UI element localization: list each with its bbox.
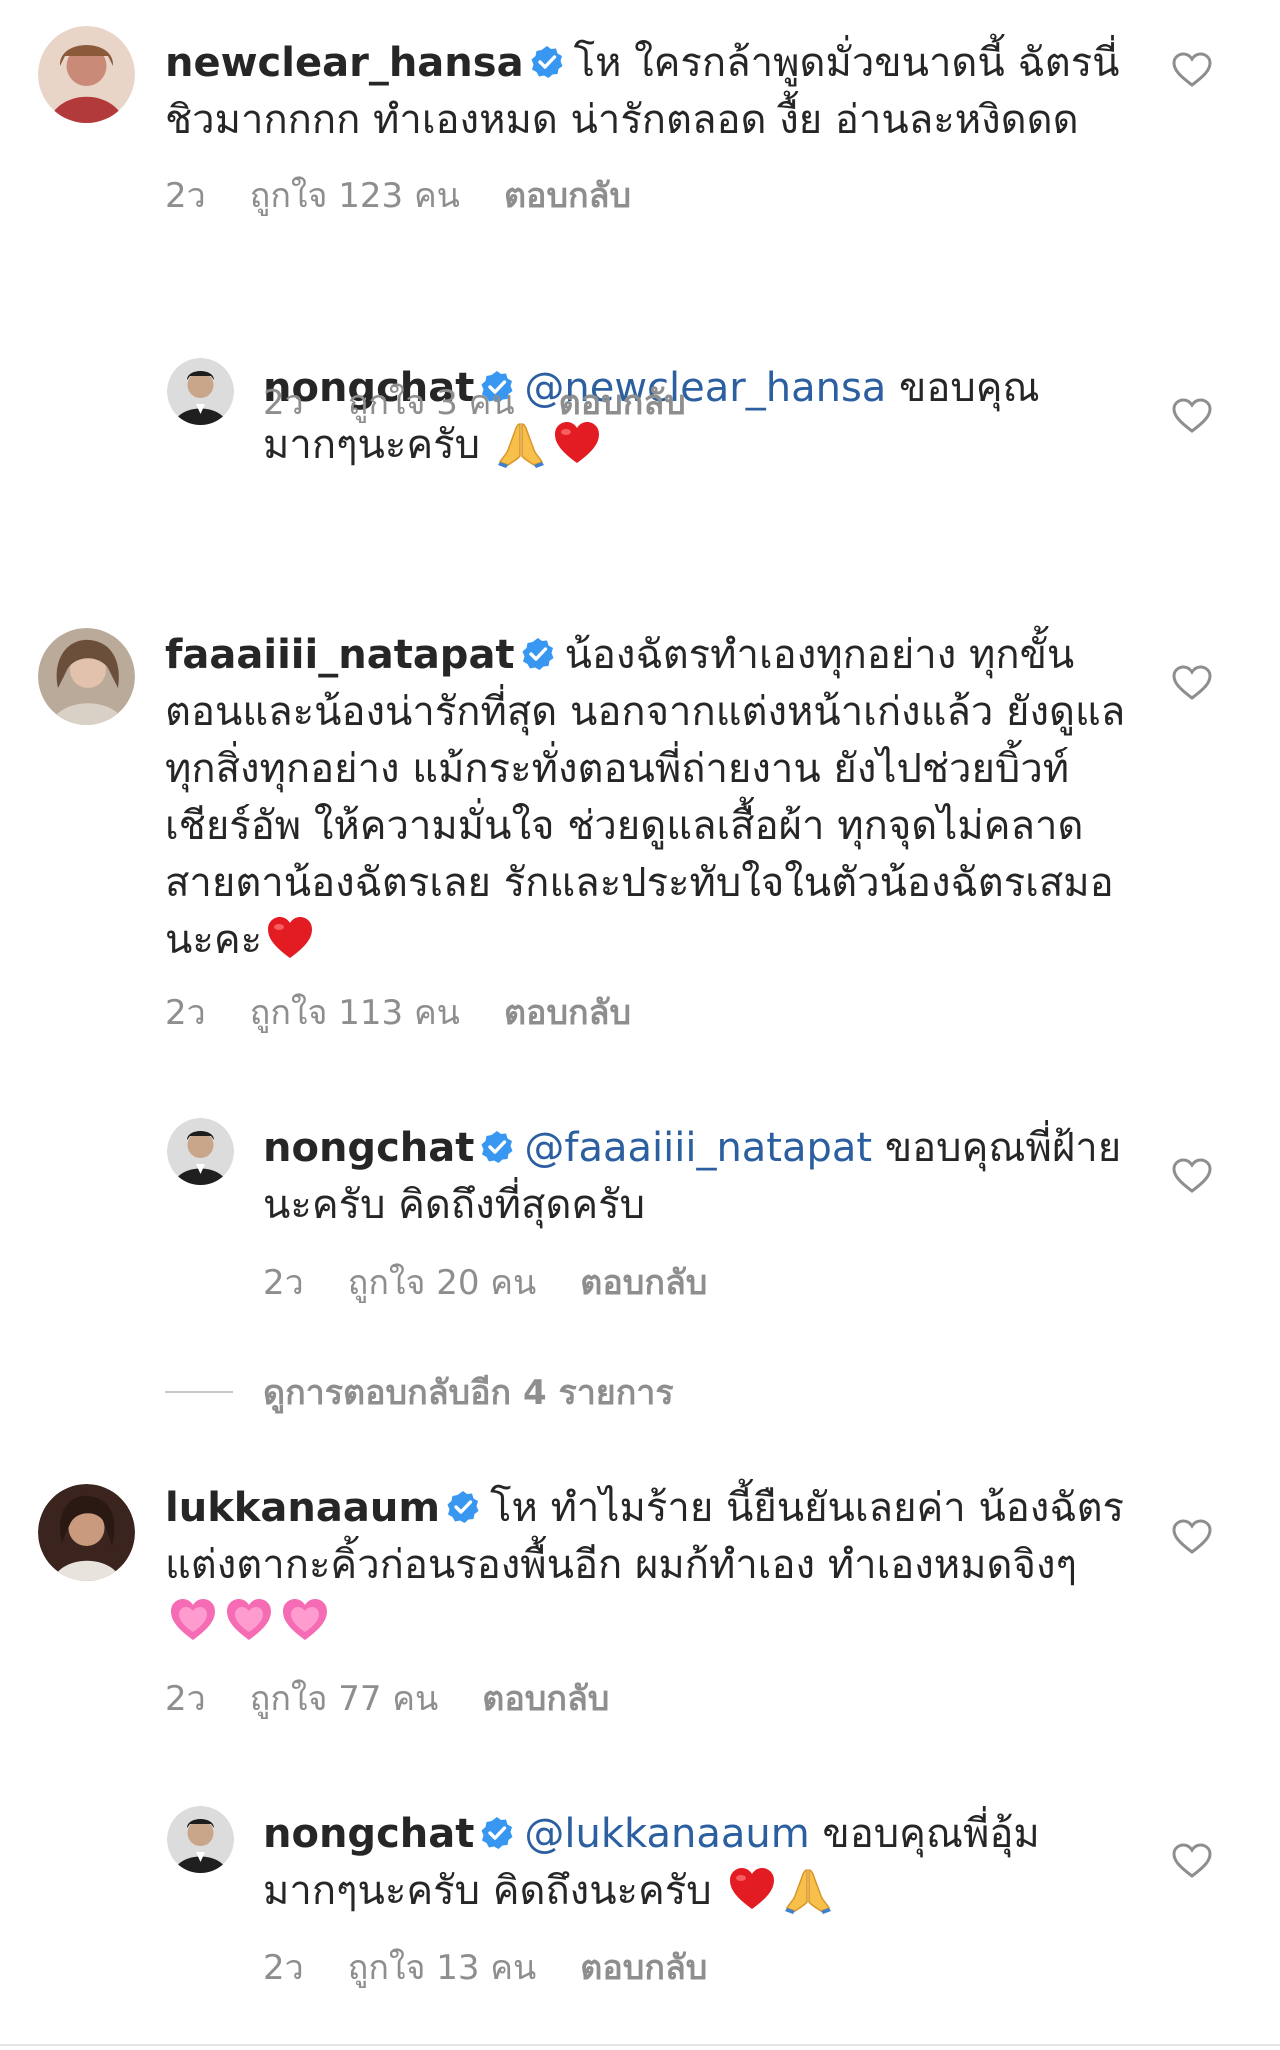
username[interactable]: nongchat xyxy=(263,1811,474,1857)
like-heart-icon[interactable] xyxy=(1172,398,1212,434)
verified-badge-icon xyxy=(480,1816,514,1850)
comment-text: nongchat @lukkanaaum ขอบคุณพี่อุ้มมากๆนะค… xyxy=(263,1806,1130,1920)
likes-count[interactable]: ถูกใจ 3 คน xyxy=(348,383,515,423)
like-heart-icon[interactable] xyxy=(1172,1158,1212,1194)
like-heart-icon[interactable] xyxy=(1172,1843,1212,1879)
comment-age: 2ว xyxy=(263,383,304,423)
mention-link[interactable]: @lukkanaaum xyxy=(524,1811,809,1857)
view-more-replies-label: ดูการตอบกลับอีก 4 รายการ xyxy=(263,1373,674,1413)
like-heart-icon[interactable] xyxy=(1172,665,1212,701)
like-heart-icon[interactable] xyxy=(1172,52,1212,88)
reply-button[interactable]: ตอบกลับ xyxy=(580,1263,707,1303)
comment-text: faaaiiii_natapat น้องฉัตรทำเองทุกอย่าง ทุ… xyxy=(165,627,1130,969)
username[interactable]: faaaiiii_natapat xyxy=(165,632,515,678)
bottom-divider xyxy=(0,2044,1280,2046)
growing-heart-icon xyxy=(280,1595,330,1645)
growing-heart-icon xyxy=(224,1595,274,1645)
like-heart-icon[interactable] xyxy=(1172,1519,1212,1555)
red-heart-icon xyxy=(727,1864,777,1914)
avatar[interactable] xyxy=(38,26,135,123)
praying-hands-icon xyxy=(783,1864,833,1914)
red-heart-icon xyxy=(265,913,315,963)
comment-age: 2ว xyxy=(165,176,206,216)
reply-button[interactable]: ตอบกลับ xyxy=(580,1948,707,1988)
comment-age: 2ว xyxy=(165,993,206,1033)
likes-count[interactable]: ถูกใจ 123 คน xyxy=(250,176,460,216)
verified-badge-icon xyxy=(530,45,564,79)
reply-button[interactable]: ตอบกลับ xyxy=(504,993,631,1033)
username[interactable]: nongchat xyxy=(263,1125,474,1171)
reply-button[interactable]: ตอบกลับ xyxy=(504,176,631,216)
comment-meta: 2ว ถูกใจ 20 คน ตอบกลับ xyxy=(263,1255,751,1309)
comment-text: newclear_hansa โห ใครกล้าพูดมั่วขนาดนี้ ฉ… xyxy=(165,35,1130,149)
username[interactable]: lukkanaaum xyxy=(165,1485,440,1531)
comment-meta: 2ว ถูกใจ 13 คน ตอบกลับ xyxy=(263,1940,751,1994)
reply-button[interactable]: ตอบกลับ xyxy=(559,383,686,423)
comment-age: 2ว xyxy=(263,1263,304,1303)
avatar[interactable] xyxy=(38,628,135,725)
comment-text: lukkanaaum โห ทำไมร้าย นี้ยืนยันเลยค่า น้… xyxy=(165,1480,1130,1651)
avatar[interactable] xyxy=(167,358,234,425)
likes-count[interactable]: ถูกใจ 77 คน xyxy=(250,1679,439,1719)
comment-meta: 2ว ถูกใจ 3 คน ตอบกลับ xyxy=(263,375,730,429)
reply-button[interactable]: ตอบกลับ xyxy=(482,1679,609,1719)
avatar[interactable] xyxy=(167,1118,234,1185)
username[interactable]: newclear_hansa xyxy=(165,40,524,86)
comment-age: 2ว xyxy=(165,1679,206,1719)
comment-meta: 2ว ถูกใจ 77 คน ตอบกลับ xyxy=(165,1671,653,1725)
view-more-replies-button[interactable]: ดูการตอบกลับอีก 4 รายการ xyxy=(165,1365,674,1415)
comment-meta: 2ว ถูกใจ 123 คน ตอบกลับ xyxy=(165,168,675,222)
likes-count[interactable]: ถูกใจ 13 คน xyxy=(348,1948,537,1988)
growing-heart-icon xyxy=(168,1595,218,1645)
verified-badge-icon xyxy=(446,1490,480,1524)
comment-thread: newclear_hansa โห ใครกล้าพูดมั่วขนาดนี้ ฉ… xyxy=(0,0,1280,2050)
verified-badge-icon xyxy=(521,637,555,671)
comment-age: 2ว xyxy=(263,1948,304,1988)
avatar[interactable] xyxy=(38,1484,135,1581)
verified-badge-icon xyxy=(480,1130,514,1164)
likes-count[interactable]: ถูกใจ 20 คน xyxy=(348,1263,537,1303)
comment-meta: 2ว ถูกใจ 113 คน ตอบกลับ xyxy=(165,985,675,1039)
comment-text: nongchat @faaaiiii_natapat ขอบคุณพี่ฝ้ายน… xyxy=(263,1120,1130,1234)
divider-line xyxy=(165,1391,233,1393)
mention-link[interactable]: @faaaiiii_natapat xyxy=(524,1125,872,1171)
likes-count[interactable]: ถูกใจ 113 คน xyxy=(250,993,460,1033)
avatar[interactable] xyxy=(167,1806,234,1873)
